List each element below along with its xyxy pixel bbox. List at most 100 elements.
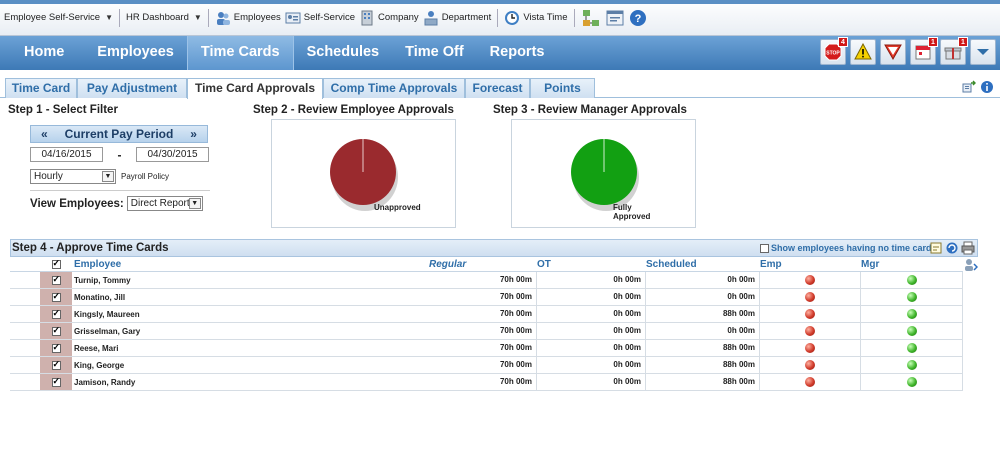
time-cards-grid: Employee Regular OT Scheduled Emp Mgr Tu… [10, 258, 963, 391]
nav-time-off[interactable]: Time Off [392, 36, 477, 70]
employee-name[interactable]: Jamison, Randy [72, 378, 429, 387]
col-regular[interactable]: Regular [429, 258, 537, 271]
ot-hours: 0h 00m [537, 306, 646, 322]
row-select-cell [40, 306, 72, 322]
emp-status-cell [760, 323, 861, 339]
nav-schedules[interactable]: Schedules [294, 36, 393, 70]
payroll-policy-select[interactable]: Hourly ▼ [30, 169, 116, 184]
table-row[interactable]: Turnip, Tommy70h 00m0h 00m0h 00m [10, 272, 963, 289]
more-menu-button[interactable] [970, 39, 996, 65]
clock-icon [504, 10, 520, 26]
export-icon[interactable] [962, 80, 976, 94]
mgr-status-dot[interactable] [906, 275, 917, 285]
mgr-status-dot[interactable] [906, 326, 917, 336]
show-empty-toggle[interactable]: Show employees having no time cards [760, 243, 937, 253]
refresh-icon[interactable] [945, 241, 959, 255]
previous-period-button[interactable]: « [41, 127, 48, 141]
row-checkbox[interactable] [51, 325, 61, 336]
toolbar-self-service[interactable]: Self-Service [285, 10, 355, 26]
table-row[interactable]: Kingsly, Maureen70h 00m0h 00m88h 00m [10, 306, 963, 323]
gift-alert-button[interactable]: 1 [940, 37, 968, 65]
row-checkbox[interactable] [51, 376, 61, 387]
toolbar-employee-self-service[interactable]: Employee Self-Service ▼ [4, 12, 113, 23]
help-icon[interactable]: ? [629, 9, 647, 27]
nav-reports[interactable]: Reports [477, 36, 558, 70]
emp-status-dot[interactable] [805, 309, 815, 319]
tab-time-card-approvals[interactable]: Time Card Approvals [187, 78, 323, 99]
tab-pay-adjustment[interactable]: Pay Adjustment [77, 78, 187, 98]
emp-status-dot[interactable] [805, 360, 815, 370]
stop-alert-button[interactable]: STOP 4 [820, 37, 848, 65]
scheduled-hours: 0h 00m [646, 289, 760, 305]
mgr-status-dot[interactable] [906, 292, 917, 302]
table-row[interactable]: Reese, Mari70h 00m0h 00m88h 00m [10, 340, 963, 357]
emp-status-dot[interactable] [805, 343, 815, 353]
down-triangle-icon [884, 44, 902, 61]
employee-name[interactable]: Monatino, Jill [72, 293, 429, 302]
row-select-cell [40, 340, 72, 356]
row-checkbox[interactable] [51, 291, 61, 302]
employee-name[interactable]: Turnip, Tommy [72, 276, 429, 285]
col-mgr[interactable]: Mgr [861, 258, 963, 271]
table-row[interactable]: Jamison, Randy70h 00m0h 00m88h 00m [10, 374, 963, 391]
alert-buttons: STOP 4 1 1 [820, 37, 996, 65]
emp-status-dot[interactable] [805, 292, 815, 302]
employee-name[interactable]: Grisselman, Gary [72, 327, 429, 336]
show-empty-checkbox[interactable] [760, 243, 769, 253]
toolbar-hr-dashboard[interactable]: HR Dashboard ▼ [126, 12, 202, 23]
col-emp[interactable]: Emp [760, 258, 861, 271]
employee-name[interactable]: Kingsly, Maureen [72, 310, 429, 319]
select-all-checkbox[interactable] [51, 258, 61, 269]
col-employee[interactable]: Employee [72, 258, 429, 271]
policy-row: Hourly ▼ Payroll Policy [30, 169, 210, 184]
calendar-alert-button[interactable]: 1 [910, 37, 938, 65]
warning-alert-button[interactable] [850, 39, 876, 65]
down-alert-button[interactable] [880, 39, 906, 65]
next-period-button[interactable]: » [190, 127, 197, 141]
start-date-input[interactable]: 04/16/2015 [30, 147, 103, 162]
mgr-status-dot[interactable] [906, 360, 917, 370]
nav-employees[interactable]: Employees [84, 36, 187, 70]
employee-name[interactable]: Reese, Mari [72, 344, 429, 353]
tab-comp-time-approvals[interactable]: Comp Time Approvals [323, 78, 465, 98]
table-row[interactable]: Grisselman, Gary70h 00m0h 00m0h 00m [10, 323, 963, 340]
mgr-status-dot[interactable] [906, 377, 917, 387]
report-icon[interactable] [605, 8, 625, 28]
nav-time-cards[interactable]: Time Cards [186, 36, 294, 70]
building-icon [359, 10, 375, 26]
mgr-status-dot[interactable] [906, 343, 917, 353]
mgr-status-dot[interactable] [906, 309, 917, 319]
print-icon[interactable] [961, 241, 975, 255]
manager-approvals-pie [571, 139, 639, 211]
row-checkbox[interactable] [51, 308, 61, 319]
tab-time-card[interactable]: Time Card [5, 78, 77, 98]
view-employees-row: View Employees: Direct Reports ▼ [30, 196, 210, 211]
emp-status-dot[interactable] [805, 326, 815, 336]
toolbar-department[interactable]: Department [423, 10, 491, 26]
regular-hours: 70h 00m [429, 272, 537, 288]
table-row[interactable]: Monatino, Jill70h 00m0h 00m0h 00m [10, 289, 963, 306]
col-scheduled[interactable]: Scheduled [646, 258, 760, 271]
nav-home[interactable]: Home [0, 36, 84, 70]
column-chooser-icon[interactable] [964, 258, 978, 272]
end-date-input[interactable]: 04/30/2015 [136, 147, 209, 162]
emp-status-dot[interactable] [805, 377, 815, 387]
tab-forecast[interactable]: Forecast [465, 78, 530, 98]
toolbar-employees[interactable]: Employees [215, 10, 281, 26]
row-checkbox[interactable] [51, 359, 61, 370]
tab-points[interactable]: Points [530, 78, 595, 98]
note-icon[interactable] [929, 241, 943, 255]
toolbar-company[interactable]: Company [359, 10, 419, 26]
toolbar-vista-time[interactable]: Vista Time [504, 10, 568, 26]
employee-name[interactable]: King, George [72, 361, 429, 370]
select-all-cell [40, 258, 72, 271]
view-employees-select[interactable]: Direct Reports ▼ [126, 196, 203, 211]
toolbar-separator [573, 8, 575, 27]
emp-status-dot[interactable] [805, 275, 815, 285]
row-checkbox[interactable] [51, 274, 61, 285]
row-checkbox[interactable] [51, 342, 61, 353]
org-chart-icon[interactable] [581, 8, 601, 28]
info-icon[interactable] [980, 80, 994, 94]
col-ot[interactable]: OT [537, 258, 646, 271]
table-row[interactable]: King, George70h 00m0h 00m88h 00m [10, 357, 963, 374]
